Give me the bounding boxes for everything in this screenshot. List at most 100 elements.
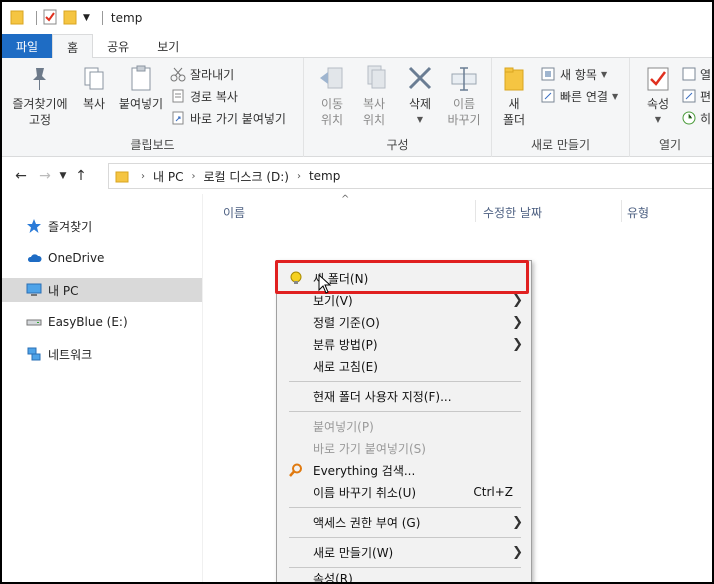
menu-item-sort-by[interactable]: 정렬 기준(O) ❯	[277, 311, 531, 333]
copy-icon	[84, 67, 104, 90]
edit-icon	[682, 89, 696, 103]
forward-arrow-icon[interactable]: →	[34, 168, 56, 184]
easy-access-button[interactable]: 빠른 연결 ▼	[540, 86, 618, 106]
rename-icon	[451, 67, 477, 91]
menu-separator	[289, 411, 521, 412]
tab-share[interactable]: 공유	[93, 34, 143, 58]
menu-separator	[289, 381, 521, 382]
menu-item-new-folder[interactable]: 새 폴더(N)	[277, 267, 531, 289]
back-arrow-icon[interactable]: ←	[10, 168, 32, 184]
tab-home[interactable]: 홈	[52, 34, 94, 59]
properties-label: 속성	[646, 97, 670, 111]
column-header-date[interactable]: 수정한 날짜	[483, 204, 542, 221]
new-folder-label: 새 폴더	[502, 97, 526, 127]
column-header-type[interactable]: 유형	[627, 204, 649, 221]
organize-group: 이동 위치 복사 위치 삭제 ▼ 이름 바꾸기 구성	[304, 58, 492, 157]
move-to-label: 이동 위치	[320, 97, 344, 127]
menu-item-paste-shortcut[interactable]: 바로 가기 붙여넣기(S)	[277, 437, 531, 459]
copy-path-label: 경로 복사	[190, 89, 238, 104]
sidebar-item-label: 즐겨찾기	[48, 219, 93, 234]
new-folder-quick-icon[interactable]	[63, 9, 77, 28]
sidebar-item-label: 네트워크	[48, 347, 93, 362]
history-icon	[682, 111, 696, 125]
menu-item-shortcut: Ctrl+Z	[473, 485, 513, 499]
delete-x-icon	[408, 66, 432, 90]
paste-button[interactable]: 붙여넣기	[116, 64, 166, 112]
tab-view[interactable]: 보기	[143, 34, 193, 58]
pin-to-quick-access-button[interactable]: 즐겨찾기에 고정	[8, 64, 72, 128]
copy-label: 복사	[82, 97, 106, 111]
copy-to-button[interactable]: 복사 위치	[354, 64, 394, 128]
paste-shortcut-label: 바로 가기 붙여넣기	[190, 111, 286, 126]
menu-item-label: 속성(R)	[313, 571, 353, 584]
menu-item-new[interactable]: 새로 만들기(W) ❯	[277, 541, 531, 563]
menu-item-label: 붙여넣기(P)	[313, 419, 374, 434]
menu-item-everything-search[interactable]: Everything 검색...	[277, 459, 531, 481]
organize-group-label: 구성	[386, 138, 409, 152]
menu-separator	[289, 507, 521, 508]
pin-icon	[33, 68, 46, 90]
customize-quick-access-icon[interactable]: ▼	[83, 13, 90, 23]
move-to-button[interactable]: 이동 위치	[312, 64, 352, 128]
recent-locations-chevron-icon[interactable]: ▼	[56, 171, 70, 181]
open-button[interactable]: 열	[682, 64, 711, 84]
sidebar-item-onedrive[interactable]: OneDrive	[2, 246, 202, 270]
sort-ascending-icon: ^	[341, 194, 350, 205]
cut-label: 잘라내기	[190, 67, 235, 82]
menu-item-view[interactable]: 보기(V) ❯	[277, 289, 531, 311]
sidebar-item-quick-access[interactable]: 즐겨찾기	[2, 214, 202, 238]
new-folder-button[interactable]: 새 폴더	[498, 64, 530, 128]
new-folder-icon	[504, 67, 524, 91]
rename-button[interactable]: 이름 바꾸기	[442, 64, 486, 128]
rename-label: 이름 바꾸기	[447, 97, 481, 127]
ribbon-tabs: 파일 홈 공유 보기	[2, 34, 712, 59]
column-header-name[interactable]: 이름	[223, 204, 245, 221]
history-button[interactable]: 히	[682, 108, 711, 128]
menu-item-label: 현재 폴더 사용자 지정(F)...	[313, 389, 452, 404]
menu-item-paste[interactable]: 붙여넣기(P)	[277, 415, 531, 437]
copy-path-button[interactable]: 경로 복사	[170, 86, 238, 106]
breadcrumb-temp[interactable]: temp	[309, 169, 340, 183]
delete-button[interactable]: 삭제 ▼	[400, 64, 440, 128]
tab-file[interactable]: 파일	[2, 34, 53, 58]
submenu-chevron-icon: ❯	[512, 514, 523, 530]
menu-item-label: 액세스 권한 부여 (G)	[313, 515, 421, 530]
sidebar-item-my-pc[interactable]: 내 PC	[2, 278, 202, 302]
open-label: 열	[700, 67, 712, 82]
menu-item-undo-rename[interactable]: 이름 바꾸기 취소(U) Ctrl+Z	[277, 481, 531, 503]
explorer-window: ▼ temp 파일 홈 공유 보기 즐겨찾기에 고정 복사 붙여넣기 잘라내기 …	[0, 0, 714, 584]
new-item-button[interactable]: 새 항목 ▼	[540, 64, 607, 84]
sidebar-item-network[interactable]: 네트워크	[2, 342, 202, 366]
breadcrumb-my-pc[interactable]: 내 PC	[153, 168, 183, 185]
folder-icon	[10, 9, 24, 28]
menu-item-give-access[interactable]: 액세스 권한 부여 (G) ❯	[277, 511, 531, 533]
cut-button[interactable]: 잘라내기	[170, 64, 234, 84]
new-group: 새 폴더 새 항목 ▼ 빠른 연결 ▼ 새로 만들기	[492, 58, 630, 157]
sidebar-item-easyblue[interactable]: EasyBlue (E:)	[2, 310, 202, 334]
open-group: 속성 ▼ 열 편 히 열기	[630, 58, 712, 157]
easy-access-icon	[541, 89, 555, 103]
open-icon	[682, 67, 696, 81]
properties-quick-icon[interactable]	[43, 9, 57, 28]
menu-item-customize-folder[interactable]: 현재 폴더 사용자 지정(F)...	[277, 385, 531, 407]
light-bulb-icon	[290, 271, 302, 284]
menu-item-label: 바로 가기 붙여넣기(S)	[313, 441, 426, 456]
properties-button[interactable]: 속성 ▼	[640, 64, 676, 128]
menu-item-group-by[interactable]: 분류 방법(P) ❯	[277, 333, 531, 355]
menu-item-label: 보기(V)	[313, 293, 353, 308]
edit-button[interactable]: 편	[682, 86, 711, 106]
magnifier-icon	[289, 463, 302, 477]
drive-icon	[26, 319, 42, 326]
paste-shortcut-button[interactable]: 바로 가기 붙여넣기	[170, 108, 286, 128]
menu-item-properties[interactable]: 속성(R)	[277, 567, 531, 584]
paste-label: 붙여넣기	[118, 97, 164, 111]
menu-item-label: Everything 검색...	[313, 463, 416, 478]
history-label: 히	[700, 111, 712, 126]
breadcrumb-local-disk[interactable]: 로컬 디스크 (D:)	[203, 168, 288, 185]
copy-to-label: 복사 위치	[362, 97, 386, 127]
address-bar[interactable]: › 내 PC › 로컬 디스크 (D:) › temp	[108, 163, 712, 189]
up-arrow-icon[interactable]: ↑	[70, 168, 92, 184]
copy-button[interactable]: 복사	[76, 64, 112, 112]
menu-item-refresh[interactable]: 새로 고침(E)	[277, 355, 531, 377]
computer-icon	[26, 283, 42, 296]
